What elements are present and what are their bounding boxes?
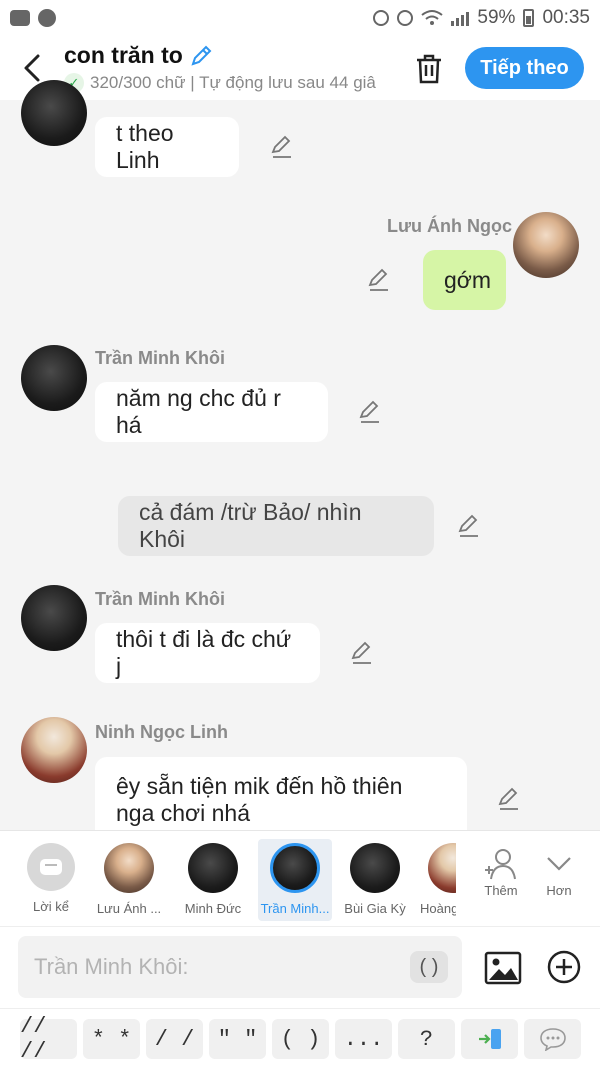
symbol-button[interactable]: // // [20,1014,77,1064]
avatar[interactable] [21,80,87,146]
avatar[interactable] [21,345,87,411]
youtube-icon [10,10,30,26]
autosave-status: 320/300 chữ | Tự động lưu sau 44 giâ [90,73,376,92]
character-narrator[interactable]: Lời kể [14,839,88,921]
avatar[interactable] [513,212,579,278]
wifi-icon [421,10,444,25]
chat-icon [27,843,75,891]
character-item[interactable]: Lưu Ánh ... [92,839,166,921]
app-header: con trăn to ✓ 320/300 chữ | Tự động lưu … [0,36,600,100]
image-icon[interactable] [484,949,522,987]
story-title: con trăn to [64,42,183,68]
character-name: Minh Đức [184,901,242,916]
composer: ( ) [0,926,600,1008]
avatar [104,843,154,893]
pencil-icon[interactable] [457,514,481,538]
character-name: Lưu Ánh ... [96,901,162,916]
recycle-icon [373,10,390,26]
symbol-shortcuts: // // * * / / " " ( ) ... ? [0,1008,600,1067]
trash-icon [417,54,441,84]
message-bubble[interactable]: thôi t đi là đc chứ j [95,623,320,683]
symbol-button[interactable]: / / [146,1019,203,1059]
message-input[interactable] [18,936,462,998]
status-bar: 59% 00:35 [0,0,600,36]
avatar[interactable] [21,585,87,651]
battery-percent: 59% [477,7,516,28]
symbol-button[interactable]: * * [83,1019,140,1059]
symbol-button[interactable]: ... [335,1019,392,1059]
sender-name: Trần Minh Khôi [95,589,225,609]
person-add-icon [485,849,516,880]
symbol-button[interactable]: ( ) [272,1019,329,1059]
more-label: Hơn [546,883,572,898]
sender-name: Lưu Ánh Ngọc [387,216,513,236]
avatar [350,843,400,893]
character-item[interactable]: Minh Đức [176,839,250,921]
message-bubble[interactable]: t theo Linh [95,117,239,177]
character-name: Lời kể [33,899,69,914]
symbol-button[interactable]: ? [398,1019,455,1059]
avatar[interactable] [21,717,87,783]
character-item[interactable]: Hoàng [412,839,456,921]
more-button[interactable]: Hơn [534,845,584,898]
symbol-button[interactable]: " " [209,1019,266,1059]
pencil-icon[interactable] [497,787,521,811]
pencil-icon[interactable] [189,44,213,68]
chevron-down-icon [547,857,571,871]
parentheses-button[interactable]: ( ) [410,951,448,983]
clock: 00:35 [542,7,590,28]
title-block: con trăn to ✓ 320/300 chữ | Tự động lưu … [64,42,394,93]
narration-bubble[interactable]: cả đám /trừ Bảo/ nhìn Khôi [118,496,434,556]
alarm-icon [397,10,414,26]
back-icon [24,54,40,82]
character-name: Bùi Gia Kỳ [344,901,406,916]
add-character-label: Thêm [484,883,518,898]
character-item[interactable]: Bùi Gia Kỳ [338,839,412,921]
more-bubble-icon [539,1028,566,1051]
signal-icon [451,10,470,26]
avatar [188,843,238,893]
pencil-icon[interactable] [350,641,374,665]
more-symbols-button[interactable] [524,1019,581,1059]
message-bubble[interactable]: năm ng chc đủ r há [95,382,328,442]
character-name: Trần Minh... [260,901,330,916]
avatar [428,843,456,893]
sender-name: Trần Minh Khôi [95,348,225,368]
character-selector: Lời kể Lưu Ánh ... Minh Đức Trần Minh...… [0,830,600,926]
next-button[interactable]: Tiếp theo [465,47,584,89]
pencil-icon[interactable] [367,268,391,292]
switch-icon [478,1029,501,1049]
add-character-button[interactable]: Thêm [476,845,526,898]
plus-circle-icon[interactable] [546,949,582,985]
sender-name: Ninh Ngọc Linh [95,722,228,742]
avatar [270,843,320,893]
character-name: Hoàng [420,901,456,916]
message-bubble[interactable]: gớm [423,250,506,310]
delete-button[interactable] [410,50,448,88]
pencil-icon[interactable] [358,400,382,424]
message-bubble[interactable]: êy sẵn tiện mik đến hồ thiên nga chơi nh… [95,757,467,830]
pencil-icon[interactable] [270,135,294,159]
battery-icon [523,9,535,27]
switch-button[interactable] [461,1019,518,1059]
chrome-icon [38,9,56,27]
character-item-selected[interactable]: Trần Minh... [258,839,332,921]
